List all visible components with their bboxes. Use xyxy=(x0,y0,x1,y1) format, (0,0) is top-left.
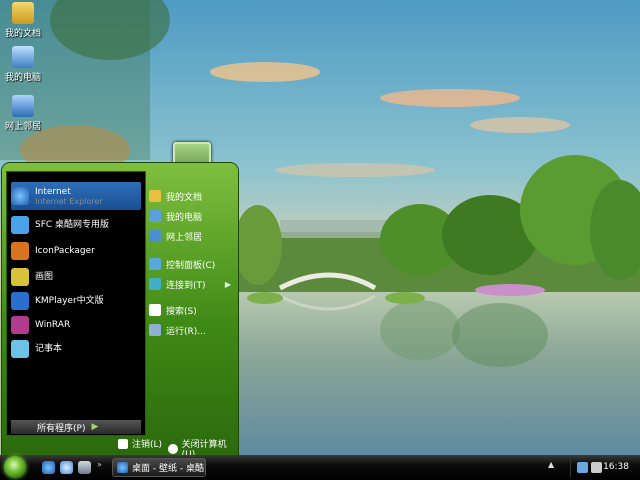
submenu-arrow-icon: ▶ xyxy=(224,279,231,289)
place-search[interactable]: 搜索(S) xyxy=(149,301,235,319)
desktop-icon-label: 我的文档 xyxy=(4,29,41,39)
arrow-right-icon: ▶ xyxy=(91,422,99,432)
ie-quicklaunch-icon[interactable] xyxy=(42,461,55,474)
volume-icon[interactable] xyxy=(591,462,602,473)
my-computer-icon xyxy=(12,46,34,68)
system-tray: 16:38 xyxy=(570,458,639,477)
desktop-icon-network[interactable]: 网上邻居 xyxy=(3,95,43,132)
desktop-icon-label: 我的电脑 xyxy=(4,73,41,83)
place-network[interactable]: 网上邻居 xyxy=(149,227,235,245)
control-panel-icon xyxy=(149,258,161,270)
iconpackager-icon xyxy=(11,242,29,260)
pinned-title: 记事本 xyxy=(35,344,63,354)
taskbar-window-button[interactable]: 桌面 - 壁纸 - 桌酷... xyxy=(112,458,206,477)
pinned-paint[interactable]: 画图 xyxy=(11,266,141,288)
place-control-panel[interactable]: 控制面板(C) xyxy=(149,255,235,273)
place-run[interactable]: 运行(R)... xyxy=(149,321,235,339)
pinned-title: 画图 xyxy=(35,272,54,282)
notepad-icon xyxy=(11,340,29,358)
network-icon xyxy=(12,95,34,117)
places-panel: 我的文档 我的电脑 网上邻居 控制面板(C) 连接到(T) ▶ 搜索(S) 运行… xyxy=(145,171,235,433)
place-label: 搜索(S) xyxy=(166,306,197,317)
power-icon xyxy=(168,443,178,454)
place-label: 网上邻居 xyxy=(166,232,203,243)
computer-icon xyxy=(149,210,161,222)
start-menu: Internet Internet Explorer SFC 桌酷网专用版 Ic… xyxy=(2,163,238,455)
logoff-label: 注销(L) xyxy=(132,440,163,450)
internet-explorer-icon xyxy=(11,187,29,205)
shutdown-button[interactable]: 关闭计算机(U) xyxy=(168,437,238,455)
pinned-sfc[interactable]: SFC 桌酷网专用版 xyxy=(11,214,141,236)
place-label: 我的电脑 xyxy=(166,212,203,223)
network-tray-icon[interactable] xyxy=(577,462,588,473)
logoff-button[interactable]: 注销(L) xyxy=(118,437,162,450)
place-label: 控制面板(C) xyxy=(166,260,216,271)
pinned-iconpackager[interactable]: IconPackager xyxy=(11,240,141,262)
pinned-notepad[interactable]: 记事本 xyxy=(11,338,141,360)
place-label: 连接到(T) xyxy=(166,280,206,291)
pinned-subtitle: Internet Explorer xyxy=(35,196,103,206)
my-documents-icon xyxy=(12,2,34,24)
start-button[interactable] xyxy=(4,456,26,478)
place-label: 我的文档 xyxy=(166,192,203,203)
start-menu-footer: 注销(L) 关闭计算机(U) xyxy=(2,433,238,455)
place-my-computer[interactable]: 我的电脑 xyxy=(149,207,235,225)
pinned-programs-panel: Internet Internet Explorer SFC 桌酷网专用版 Ic… xyxy=(6,171,146,436)
place-my-documents[interactable]: 我的文档 xyxy=(149,187,235,205)
desktop-icon-my-computer[interactable]: 我的电脑 xyxy=(3,46,43,83)
place-label: 运行(R)... xyxy=(166,326,206,337)
paint-icon xyxy=(11,268,29,286)
network-icon xyxy=(149,230,161,242)
pinned-title: WinRAR xyxy=(35,320,71,330)
all-programs-button[interactable]: 所有程序(P) ▶ xyxy=(11,420,141,434)
pinned-title: IconPackager xyxy=(35,246,95,256)
winrar-icon xyxy=(11,316,29,334)
all-programs-label: 所有程序(P) xyxy=(37,423,86,434)
logoff-icon xyxy=(118,438,128,449)
sfc-icon xyxy=(11,216,29,234)
pinned-internet-explorer[interactable]: Internet Internet Explorer xyxy=(11,182,141,210)
pinned-kmplayer[interactable]: KMPlayer中文版 xyxy=(11,290,141,312)
desktop: 我的文档 我的电脑 网上邻居 Internet Internet Explore… xyxy=(0,0,640,480)
shutdown-label: 关闭计算机(U) xyxy=(181,440,227,455)
desktop-icon-my-documents[interactable]: 我的文档 xyxy=(3,2,43,39)
quicklaunch-overflow-icon[interactable]: » xyxy=(97,460,102,469)
folder-icon xyxy=(149,190,161,202)
run-icon xyxy=(149,324,161,336)
pinned-title: SFC 桌酷网专用版 xyxy=(35,220,110,230)
internet-explorer-icon xyxy=(117,462,128,473)
tray-expand-icon[interactable]: ▲ xyxy=(548,460,554,469)
search-icon xyxy=(149,304,161,316)
pinned-winrar[interactable]: WinRAR xyxy=(11,314,141,336)
kmplayer-icon xyxy=(11,292,29,310)
clock[interactable]: 16:38 xyxy=(603,462,629,472)
taskbar: » 桌面 - 壁纸 - 桌酷... ▲ 16:38 xyxy=(0,455,640,480)
place-connect-to[interactable]: 连接到(T) ▶ xyxy=(149,275,235,293)
pinned-title: KMPlayer中文版 xyxy=(35,296,104,306)
connect-icon xyxy=(149,278,161,290)
browser-quicklaunch-icon[interactable] xyxy=(60,461,73,474)
desktop-icon-label: 网上邻居 xyxy=(4,122,41,132)
pinned-title: Internet xyxy=(35,186,71,197)
show-desktop-icon[interactable] xyxy=(78,461,91,474)
task-label: 桌面 - 壁纸 - 桌酷... xyxy=(132,464,206,474)
